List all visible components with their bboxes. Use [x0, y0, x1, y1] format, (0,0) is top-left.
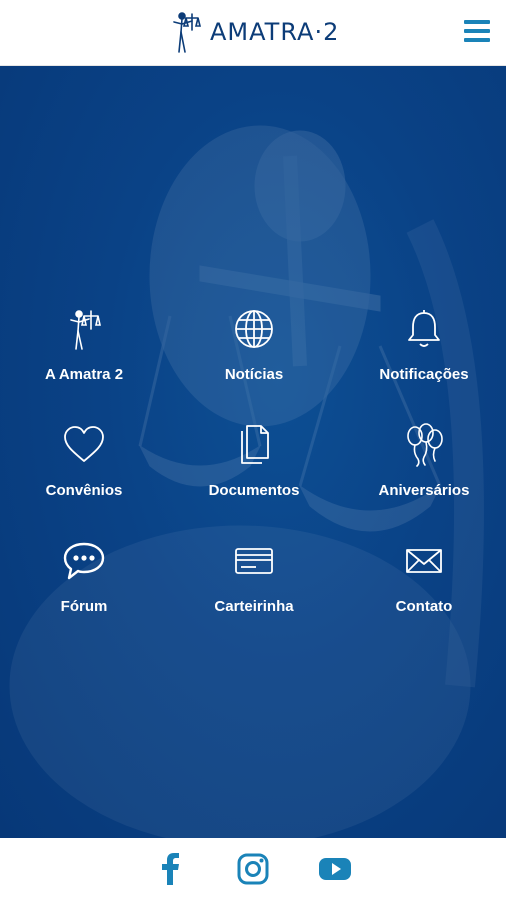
hamburger-menu-icon[interactable] [464, 20, 490, 42]
card-icon [235, 548, 273, 574]
documents-icon [241, 425, 269, 464]
balloons-icon [407, 423, 443, 467]
menu-item-label: Carteirinha [214, 598, 294, 615]
menu-item-contato[interactable]: Contato [349, 538, 499, 638]
facebook-link[interactable] [151, 849, 191, 889]
bell-icon [408, 310, 440, 347]
menu-item-label: Notificações [379, 366, 469, 383]
menu-item-a-amatra[interactable]: A Amatra 2 [9, 306, 159, 406]
menu-item-notificacoes[interactable]: Notificações [349, 306, 499, 406]
youtube-link[interactable] [315, 849, 355, 889]
menu-item-noticias[interactable]: Notícias [179, 306, 329, 406]
brand-logo[interactable]: AMATRA·2 [168, 8, 339, 56]
justice-figure-icon [70, 310, 101, 350]
instagram-icon [237, 853, 269, 885]
menu-item-label: Contato [395, 598, 453, 615]
menu-item-carteirinha[interactable]: Carteirinha [179, 538, 329, 638]
youtube-icon [319, 858, 351, 880]
menu-item-forum[interactable]: Fórum [9, 538, 159, 638]
social-footer [0, 838, 506, 900]
menu-item-label: Aniversários [378, 482, 470, 499]
instagram-link[interactable] [233, 849, 273, 889]
menu-item-documentos[interactable]: Documentos [179, 422, 329, 522]
home-hero: A Amatra 2 Notícias Notificações Convêni… [0, 66, 506, 838]
menu-item-label: Documentos [208, 482, 300, 499]
menu-item-label: Convênios [45, 482, 123, 499]
facebook-icon [162, 853, 179, 885]
app-header: AMATRA·2 [0, 0, 506, 66]
heart-icon [64, 426, 104, 462]
menu-item-label: Fórum [60, 598, 108, 615]
menu-item-label: Notícias [224, 366, 284, 383]
justice-figure-icon [173, 12, 202, 53]
menu-item-convenios[interactable]: Convênios [9, 422, 159, 522]
brand-name: AMATRA·2 [210, 18, 340, 46]
chat-bubble-icon [63, 542, 105, 580]
menu-item-label: A Amatra 2 [44, 366, 124, 383]
globe-icon [235, 310, 273, 348]
menu-item-aniversarios[interactable]: Aniversários [349, 422, 499, 522]
envelope-icon [406, 549, 442, 573]
